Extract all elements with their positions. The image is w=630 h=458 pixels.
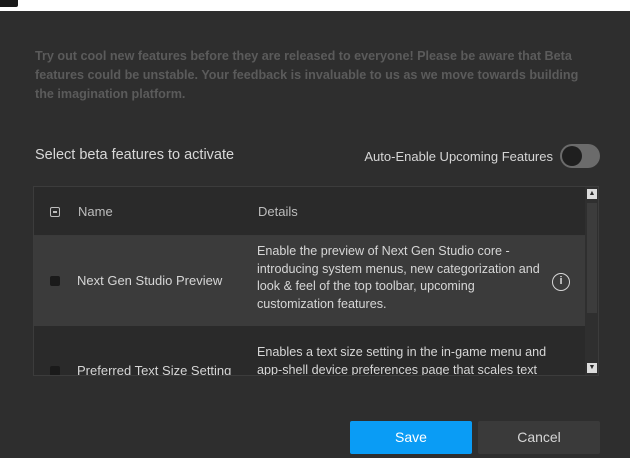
table-scrollbar[interactable]: ▲ ▼ <box>585 187 598 375</box>
beta-features-table: Name Details Next Gen Studio Preview Ena… <box>33 186 599 376</box>
feature-name: Preferred Text Size Setting <box>77 363 232 376</box>
scroll-up-arrow-icon[interactable]: ▲ <box>587 189 597 199</box>
scroll-down-arrow-icon[interactable]: ▼ <box>587 363 597 373</box>
auto-enable-setting: Auto-Enable Upcoming Features <box>364 144 600 168</box>
table-header: Name Details <box>34 187 585 236</box>
app-icon <box>0 0 18 7</box>
cancel-button[interactable]: Cancel <box>478 421 600 454</box>
auto-enable-toggle[interactable] <box>560 144 600 168</box>
row-checkbox[interactable] <box>50 366 60 375</box>
toggle-knob <box>562 146 582 166</box>
column-header-name: Name <box>78 204 113 219</box>
column-header-details: Details <box>258 204 298 219</box>
scrollbar-thumb[interactable] <box>587 203 597 313</box>
info-icon[interactable]: i <box>552 273 570 291</box>
beta-description: Try out cool new features before they ar… <box>35 49 579 101</box>
table-row[interactable]: Preferred Text Size Setting Enables a te… <box>34 326 585 376</box>
window-top-bar <box>0 0 630 11</box>
table-row[interactable]: Next Gen Studio Preview Enable the previ… <box>34 236 585 326</box>
select-all-checkbox[interactable] <box>50 207 60 217</box>
feature-details: Enable the preview of Next Gen Studio co… <box>257 244 540 311</box>
save-button[interactable]: Save <box>350 421 472 454</box>
row-checkbox[interactable] <box>50 276 60 286</box>
auto-enable-label: Auto-Enable Upcoming Features <box>364 148 553 164</box>
select-features-title: Select beta features to activate <box>35 147 235 163</box>
feature-details: Enables a text size setting in the in-ga… <box>257 345 547 376</box>
feature-name: Next Gen Studio Preview <box>77 273 223 288</box>
